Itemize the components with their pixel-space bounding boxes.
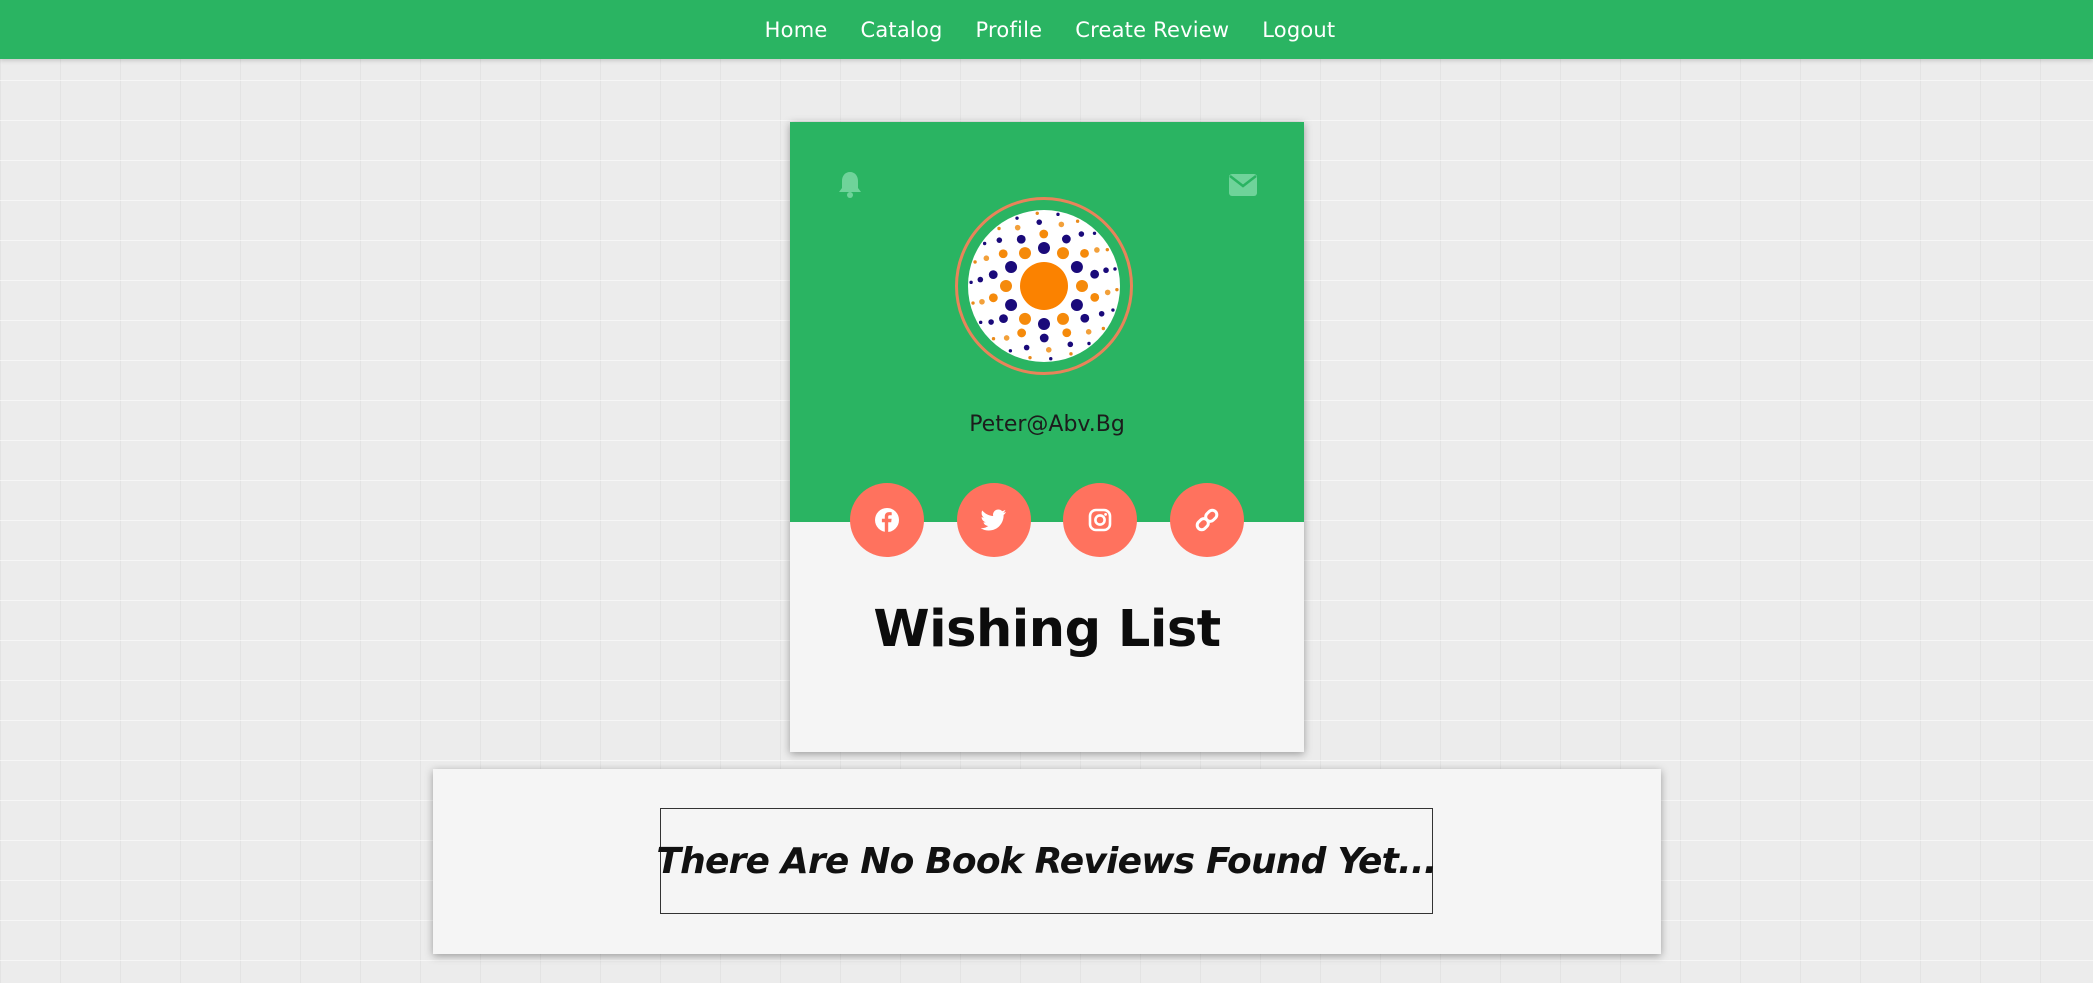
facebook-button[interactable] bbox=[850, 483, 924, 557]
twitter-button[interactable] bbox=[957, 483, 1031, 557]
bell-icon[interactable] bbox=[837, 170, 863, 198]
instagram-button[interactable] bbox=[1063, 483, 1137, 557]
top-navbar: Home Catalog Profile Create Review Logou… bbox=[0, 0, 2093, 59]
empty-reviews-message: There Are No Book Reviews Found Yet... bbox=[656, 840, 1437, 882]
wishing-list-title: Wishing List bbox=[873, 600, 1221, 659]
link-button[interactable] bbox=[1170, 483, 1244, 557]
link-icon bbox=[1195, 508, 1219, 532]
mandala-dots-avatar-icon bbox=[969, 211, 1119, 361]
instagram-icon bbox=[1088, 508, 1112, 532]
profile-card-header: Peter@Abv.Bg bbox=[790, 122, 1304, 522]
nav-create-review-link[interactable]: Create Review bbox=[1075, 18, 1229, 42]
profile-card: Peter@Abv.Bg Wishing List bbox=[790, 122, 1304, 752]
user-email: Peter@Abv.Bg bbox=[969, 412, 1125, 437]
empty-reviews-box: There Are No Book Reviews Found Yet... bbox=[656, 808, 1437, 914]
reviews-panel: There Are No Book Reviews Found Yet... bbox=[433, 769, 1661, 954]
nav-home-link[interactable]: Home bbox=[765, 18, 828, 42]
avatar bbox=[968, 210, 1120, 362]
nav-profile-link[interactable]: Profile bbox=[976, 18, 1043, 42]
twitter-icon bbox=[981, 509, 1006, 531]
nav-links: Home Catalog Profile Create Review Logou… bbox=[0, 0, 2093, 59]
nav-logout-link[interactable]: Logout bbox=[1262, 18, 1335, 42]
nav-catalog-link[interactable]: Catalog bbox=[860, 18, 942, 42]
facebook-icon bbox=[875, 508, 899, 532]
envelope-icon[interactable] bbox=[1229, 174, 1257, 196]
